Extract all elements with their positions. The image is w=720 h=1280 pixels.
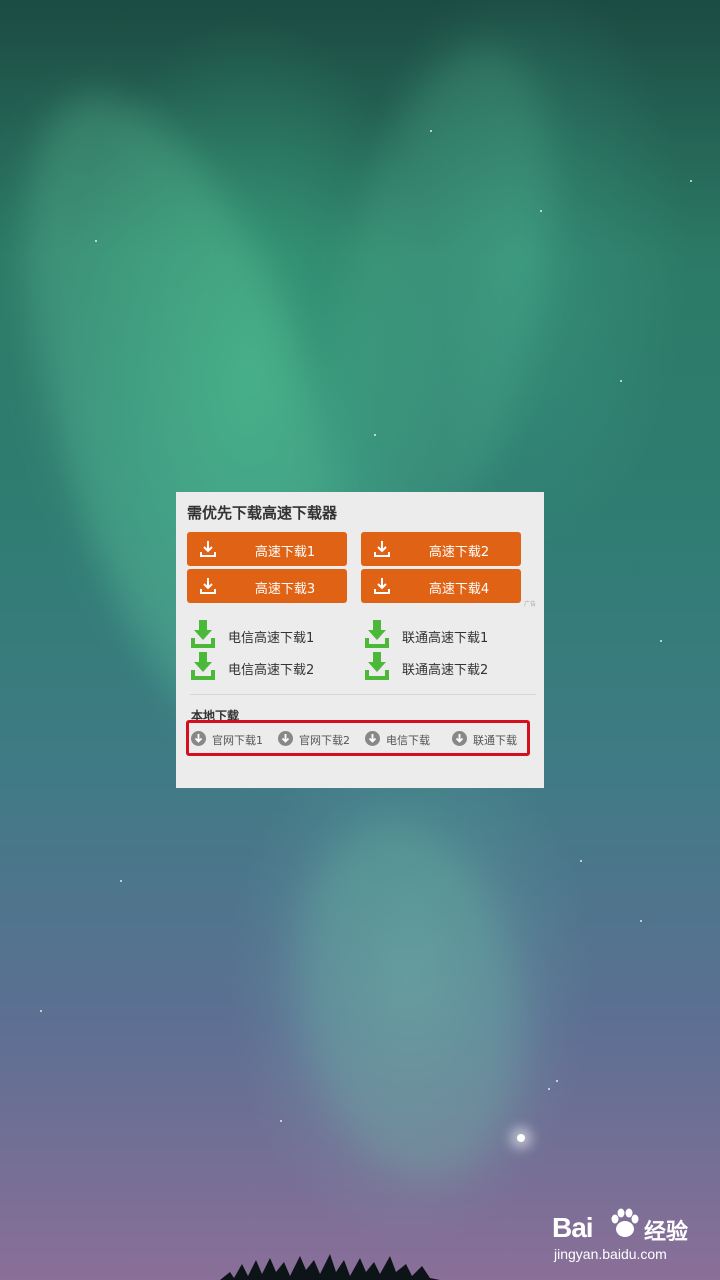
unicom-high-speed-download-1-link[interactable]: 联通高速下载1 <box>364 620 524 648</box>
download-arrow-icon <box>365 620 389 648</box>
button-label: 高速下载3 <box>254 582 316 597</box>
link-label: 电信高速下载1 <box>228 631 315 646</box>
star <box>660 640 662 642</box>
bright-star <box>517 1134 525 1142</box>
star <box>690 180 692 182</box>
baidu-jingyan-watermark: Bai 经验 jingyan.baidu.com <box>552 1200 712 1266</box>
high-speed-download-3-button[interactable]: 高速下载3 <box>187 569 347 603</box>
panel-title: 需优先下载高速下载器 <box>187 504 338 522</box>
download-arrow-icon <box>191 620 215 648</box>
circle-down-arrow-icon <box>452 731 467 746</box>
star <box>95 240 97 242</box>
link-label: 电信下载 <box>386 734 430 747</box>
link-label: 联通高速下载1 <box>402 631 489 646</box>
tree-silhouette <box>220 1254 440 1280</box>
telecom-high-speed-download-1-link[interactable]: 电信高速下载1 <box>190 620 350 648</box>
star <box>120 880 122 882</box>
link-label: 联通高速下载2 <box>402 663 489 678</box>
watermark-suffix: 经验 <box>644 1220 689 1245</box>
download-arrow-icon <box>365 652 389 680</box>
high-speed-download-1-button[interactable]: 高速下载1 <box>187 532 347 566</box>
star <box>430 130 432 132</box>
link-label: 联通下载 <box>473 734 517 747</box>
circle-down-arrow-icon <box>191 731 206 746</box>
link-label: 官网下载1 <box>212 734 263 747</box>
high-speed-download-2-button[interactable]: 高速下载2 <box>361 532 521 566</box>
ad-label: 广告 <box>524 601 537 608</box>
button-label: 高速下载4 <box>428 582 490 597</box>
star <box>620 380 622 382</box>
button-label: 高速下载2 <box>428 545 490 560</box>
star <box>580 860 582 862</box>
star <box>280 1120 282 1122</box>
link-label: 电信高速下载2 <box>228 663 315 678</box>
star <box>548 1088 550 1090</box>
high-speed-download-4-button[interactable]: 高速下载4 <box>361 569 521 603</box>
star <box>556 1080 558 1082</box>
download-arrow-icon <box>191 652 215 680</box>
button-label: 高速下载1 <box>254 545 316 560</box>
telecom-high-speed-download-2-link[interactable]: 电信高速下载2 <box>190 652 350 680</box>
star <box>540 210 542 212</box>
star <box>374 434 376 436</box>
download-panel: 需优先下载高速下载器 高速下载1 高速下载2 高速下载3 高速下载4 广告 电信… <box>176 492 544 788</box>
watermark-brand: Bai <box>552 1212 594 1243</box>
link-label: 官网下载2 <box>299 734 350 747</box>
paw-icon <box>611 1208 639 1237</box>
star <box>640 920 642 922</box>
aurora-band <box>270 803 550 1197</box>
circle-down-arrow-icon <box>365 731 380 746</box>
divider <box>190 694 536 695</box>
star <box>40 1010 42 1012</box>
unicom-high-speed-download-2-link[interactable]: 联通高速下载2 <box>364 652 524 680</box>
watermark-url: jingyan.baidu.com <box>554 1246 667 1262</box>
circle-down-arrow-icon <box>278 731 293 746</box>
